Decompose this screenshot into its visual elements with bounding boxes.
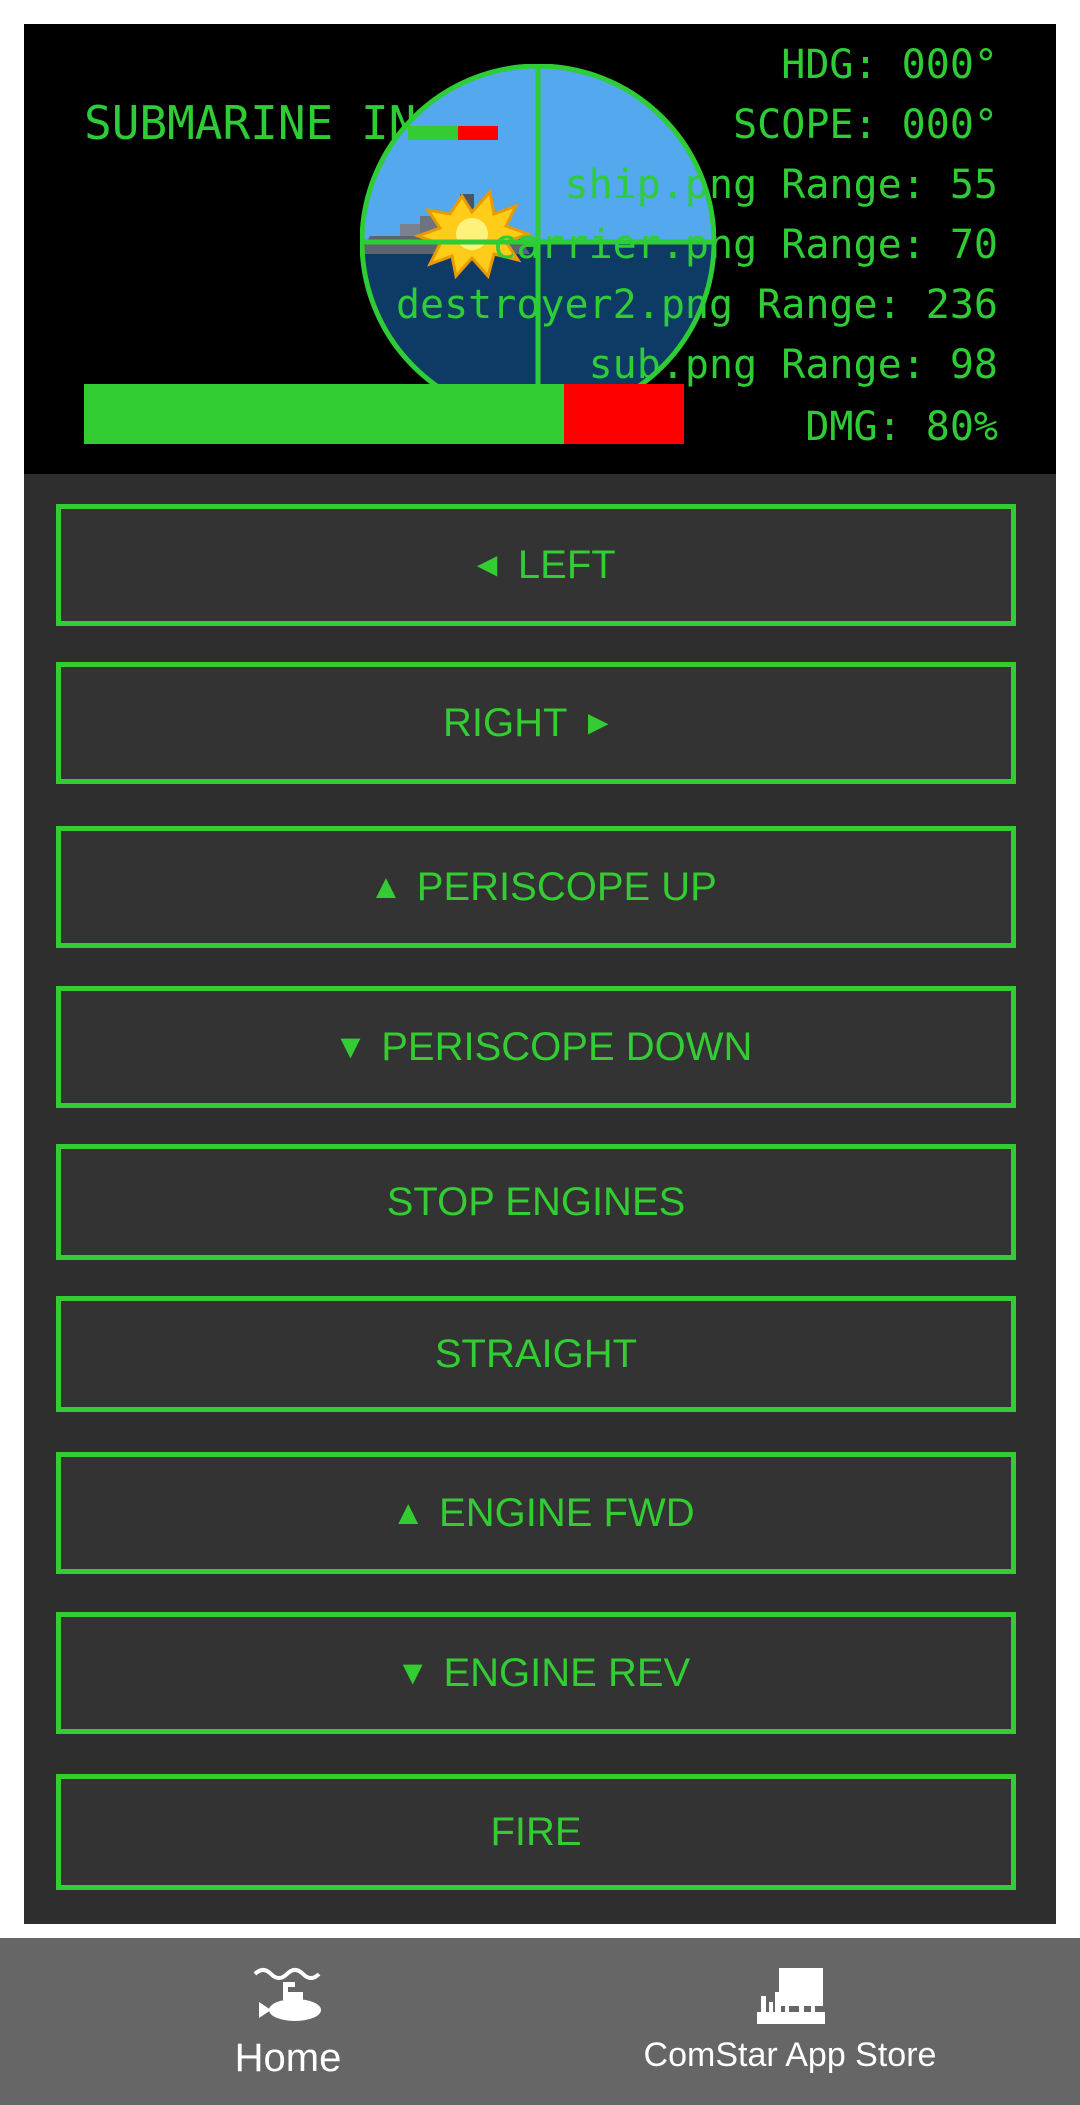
button-glyph-icon: ◄ [470, 545, 504, 584]
tab-comstar-label: ComStar App Store [643, 2036, 937, 2074]
engine-fwd-button[interactable]: ▲ ENGINE FWD [56, 1452, 1016, 1574]
contact-destroyer-range: destroyer2.png Range: 236 [395, 282, 998, 328]
button-glyph-icon: ▼ [333, 1027, 368, 1066]
button-label: RIGHT [442, 700, 568, 745]
tab-home-label: Home [234, 2036, 342, 2080]
periscope-up-button[interactable]: ▲ PERISCOPE UP [56, 826, 1016, 948]
button-label: STRAIGHT [434, 1331, 638, 1376]
button-label: PERISCOPE DOWN [381, 1024, 753, 1069]
fire-button[interactable]: FIRE [56, 1774, 1016, 1890]
left-button[interactable]: ◄ LEFT [56, 504, 1016, 626]
bottom-tab-bar: Home ComStar App Store [0, 1938, 1080, 2105]
button-label: ENGINE REV [443, 1650, 691, 1695]
scope-readout: SCOPE: 000° [733, 102, 998, 148]
contact-ship-range: ship.png Range: 55 [564, 162, 998, 208]
button-glyph-icon: ▼ [395, 1653, 430, 1692]
damage-readout: DMG: 80% [805, 404, 998, 450]
tab-home[interactable]: Home [188, 1938, 388, 2105]
engine-rev-button[interactable]: ▼ ENGINE REV [56, 1612, 1016, 1734]
button-glyph-icon: ▲ [391, 1493, 426, 1532]
button-glyph-icon: ▲ [369, 867, 403, 906]
heading-readout: HDG: 000° [781, 42, 998, 88]
contact-sub-range: sub.png Range: 98 [588, 342, 998, 388]
stop-engines-button[interactable]: STOP ENGINES [56, 1144, 1016, 1260]
periscope-down-button[interactable]: ▼ PERISCOPE DOWN [56, 986, 1016, 1108]
hud-panel: SUBMARINE IN HDG: 000° SCOPE: 000° ship.… [24, 24, 1056, 474]
store-skyline-icon [757, 1968, 825, 2024]
right-button[interactable]: RIGHT ► [56, 662, 1016, 784]
straight-button[interactable]: STRAIGHT [56, 1296, 1016, 1412]
target-health-fill [408, 126, 458, 140]
button-glyph-icon: ► [581, 703, 616, 742]
game-frame: SUBMARINE IN HDG: 000° SCOPE: 000° ship.… [24, 24, 1056, 1924]
button-label: LEFT [517, 542, 616, 587]
button-label: STOP ENGINES [386, 1179, 686, 1224]
button-label: PERISCOPE UP [416, 864, 717, 909]
contact-carrier-range: carrier.png Range: 70 [492, 222, 998, 268]
tab-comstar-app-store[interactable]: ComStar App Store [620, 1938, 960, 2105]
button-label: FIRE [490, 1809, 582, 1854]
submarine-icon [253, 1968, 321, 2021]
hull-integrity-bar [84, 384, 684, 444]
hull-integrity-fill [84, 384, 564, 444]
button-label: ENGINE FWD [439, 1490, 695, 1535]
